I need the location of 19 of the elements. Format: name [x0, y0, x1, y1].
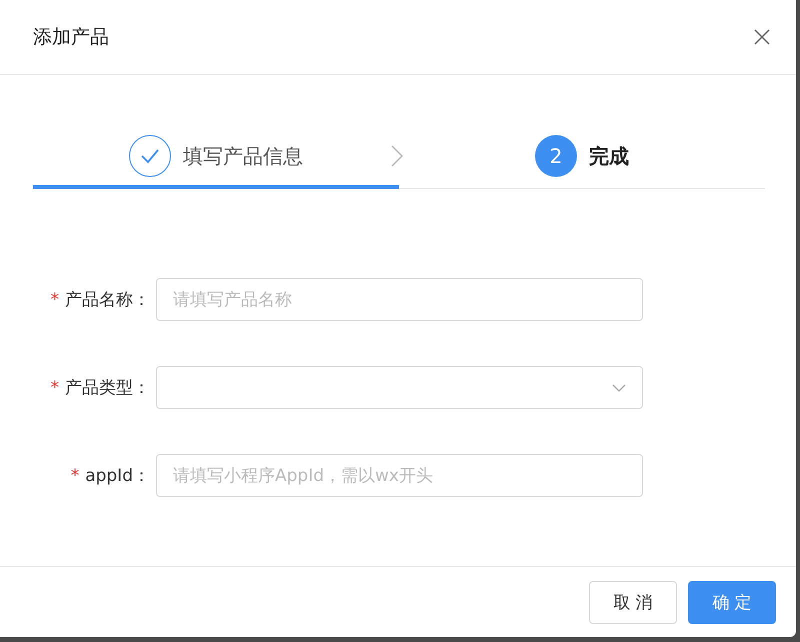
required-mark: *	[50, 378, 59, 398]
field-label: 产品类型：	[65, 377, 150, 399]
chevron-down-icon	[612, 382, 626, 392]
cancel-button[interactable]: 取 消	[589, 580, 677, 624]
step-number: 2	[535, 135, 577, 177]
step-tab[interactable]: 填写产品信息	[33, 127, 399, 189]
step-label: 填写产品信息	[183, 142, 303, 170]
required-mark: *	[50, 290, 59, 310]
select-field[interactable]	[156, 366, 643, 409]
field-label: appId：	[85, 465, 150, 487]
input-field[interactable]: 请填写产品名称	[156, 278, 643, 321]
required-mark: *	[70, 466, 80, 486]
input-field[interactable]: 请填写小程序AppId，需以wx开头	[156, 454, 643, 497]
dialog-title: 添加产品	[33, 25, 109, 50]
field-label: 产品名称：	[65, 289, 150, 311]
chevron-right-icon	[390, 144, 404, 168]
close-icon[interactable]	[754, 29, 770, 45]
step-tab[interactable]: 2 完成	[399, 127, 765, 189]
step-label: 完成	[589, 142, 629, 170]
